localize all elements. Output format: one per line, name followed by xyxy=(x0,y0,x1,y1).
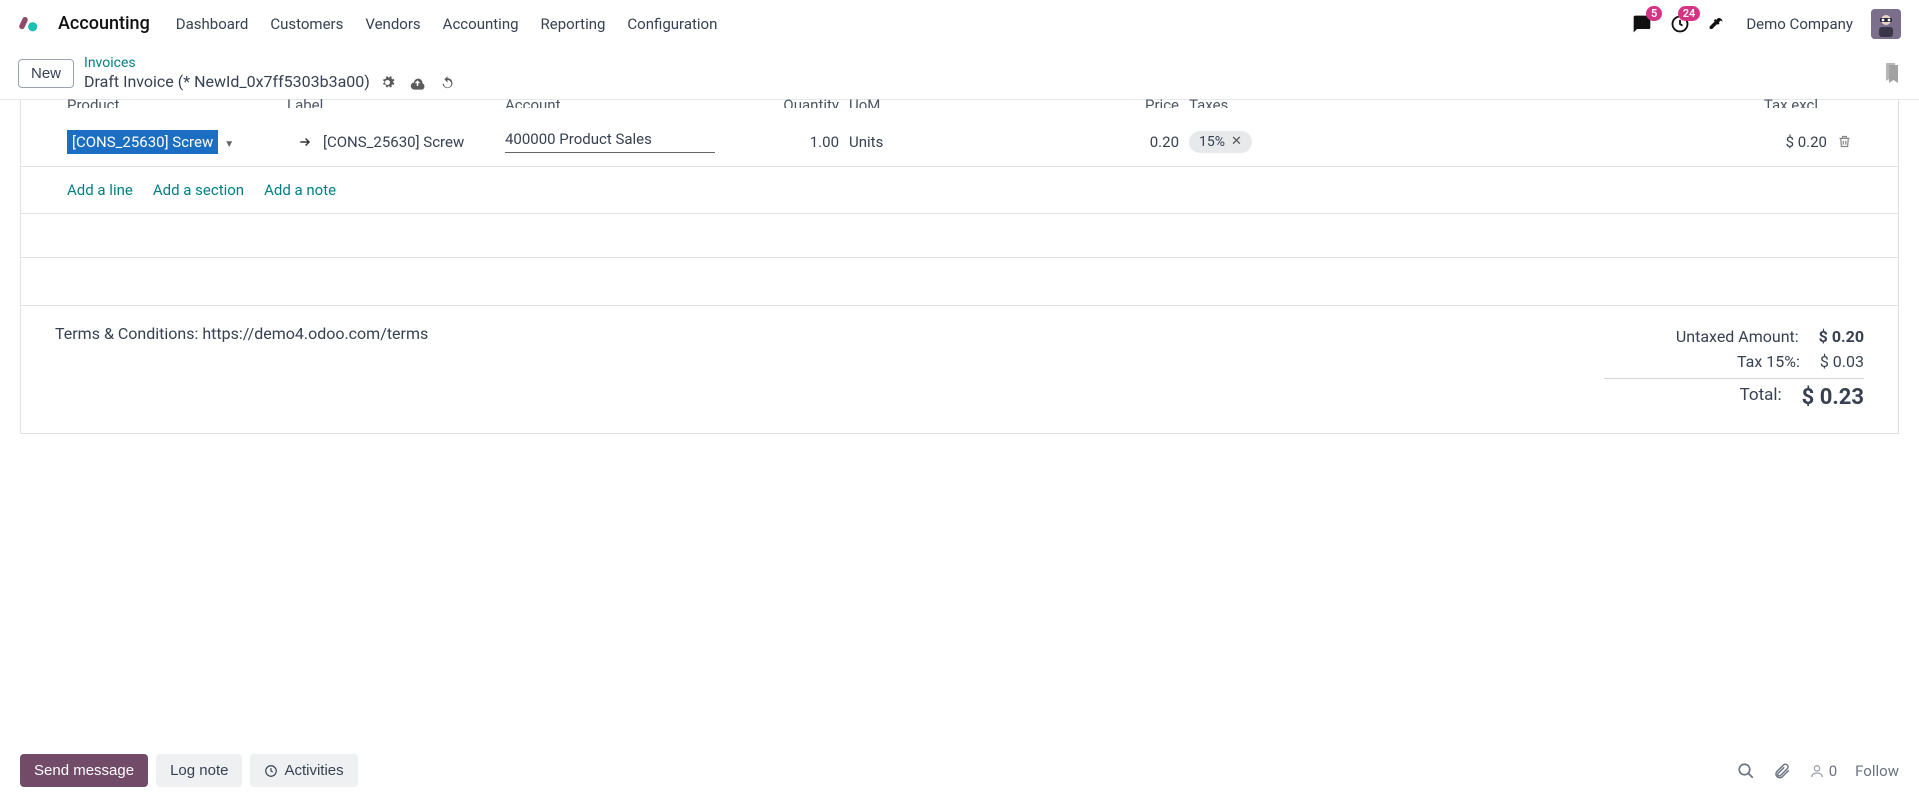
chatter-bar: Send message Log note Activities 0 Follo… xyxy=(0,735,1919,805)
navbar: Accounting Dashboard Customers Vendors A… xyxy=(0,0,1919,48)
terms-totals-row: Terms & Conditions: https://demo4.odoo.c… xyxy=(21,306,1898,433)
th-quantity: Quantity xyxy=(761,96,839,108)
label-text: [CONS_25630] Screw xyxy=(323,133,464,151)
main-content: Product Label Account Quantity UoM Price… xyxy=(0,100,1919,434)
chatter-right: 0 Follow xyxy=(1737,762,1899,780)
add-section-link[interactable]: Add a section xyxy=(153,181,244,199)
spacer-2 xyxy=(21,258,1898,306)
tax-tag-label: 15% xyxy=(1199,134,1225,150)
gear-icon[interactable] xyxy=(380,75,395,90)
attachment-icon[interactable] xyxy=(1773,762,1791,780)
th-uom: UoM xyxy=(839,96,939,108)
tax-value: $ 0.03 xyxy=(1820,352,1864,371)
nav-reporting[interactable]: Reporting xyxy=(541,15,606,33)
totals-block: Untaxed Amount: $ 0.20 Tax 15%: $ 0.03 T… xyxy=(1604,324,1864,413)
total-tax: Tax 15%: $ 0.03 xyxy=(1604,349,1864,374)
th-label: Label xyxy=(287,96,505,108)
activities-icon[interactable]: 24 xyxy=(1670,14,1690,34)
terms-text[interactable]: Terms & Conditions: https://demo4.odoo.c… xyxy=(55,324,428,413)
search-icon[interactable] xyxy=(1737,762,1755,780)
add-note-link[interactable]: Add a note xyxy=(264,181,336,199)
nav-menu: Dashboard Customers Vendors Accounting R… xyxy=(176,15,718,33)
th-tax-excl: Tax excl. xyxy=(1279,96,1822,108)
followers-icon[interactable]: 0 xyxy=(1809,762,1837,780)
nav-customers[interactable]: Customers xyxy=(270,15,343,33)
delete-line-icon[interactable] xyxy=(1837,133,1852,150)
cell-tax-excl: $ 0.20 xyxy=(1329,133,1827,151)
odoo-logo-icon xyxy=(18,13,40,35)
app-logo[interactable] xyxy=(18,13,40,35)
navbar-right: 5 24 Demo Company xyxy=(1632,9,1901,39)
th-price: Price xyxy=(939,96,1179,108)
caret-down-icon[interactable]: ▼ xyxy=(224,139,234,150)
nav-accounting[interactable]: Accounting xyxy=(443,15,519,33)
th-account: Account xyxy=(505,96,761,108)
breadcrumb-text: Invoices Draft Invoice (* NewId_0x7ff530… xyxy=(84,54,455,93)
company-switcher[interactable]: Demo Company xyxy=(1746,15,1853,33)
table-header-partial: Product Label Account Quantity UoM Price… xyxy=(21,96,1898,114)
log-note-button[interactable]: Log note xyxy=(156,754,242,787)
breadcrumb-row: New Invoices Draft Invoice (* NewId_0x7f… xyxy=(0,48,1919,100)
account-input[interactable]: 400000 Product Sales xyxy=(505,130,715,153)
navbar-left: Accounting Dashboard Customers Vendors A… xyxy=(18,13,717,35)
th-taxes: Taxes xyxy=(1179,96,1279,108)
invoice-lines-table: Product Label Account Quantity UoM Price… xyxy=(20,100,1899,434)
breadcrumb-parent[interactable]: Invoices xyxy=(84,54,455,72)
new-button[interactable]: New xyxy=(18,59,74,88)
arrow-right-icon[interactable] xyxy=(297,135,313,149)
total-grand: Total: $ 0.23 xyxy=(1604,378,1864,413)
breadcrumb-current-text: Draft Invoice (* NewId_0x7ff5303b3a00) xyxy=(84,72,370,93)
add-line-link[interactable]: Add a line xyxy=(67,181,133,199)
activities-label: Activities xyxy=(284,762,343,779)
spacer-1 xyxy=(21,214,1898,258)
tax-tag[interactable]: 15% ✕ xyxy=(1189,131,1252,153)
invoice-line-row[interactable]: [CONS_25630] Screw ▼ [CONS_25630] Screw 4… xyxy=(21,118,1898,167)
th-product: Product xyxy=(67,96,287,108)
total-untaxed: Untaxed Amount: $ 0.20 xyxy=(1604,324,1864,349)
bookmark-icon[interactable] xyxy=(1883,62,1901,84)
untaxed-label: Untaxed Amount: xyxy=(1604,327,1799,346)
cell-product[interactable]: [CONS_25630] Screw ▼ xyxy=(67,130,287,154)
add-actions-row: Add a line Add a section Add a note xyxy=(21,167,1898,214)
clock-icon xyxy=(264,764,278,778)
cell-account[interactable]: 400000 Product Sales xyxy=(505,130,761,153)
activities-badge: 24 xyxy=(1678,6,1701,21)
tax-remove-icon[interactable]: ✕ xyxy=(1231,134,1242,149)
cell-label[interactable]: [CONS_25630] Screw xyxy=(287,133,505,151)
undo-icon[interactable] xyxy=(440,75,455,90)
cell-quantity[interactable]: 1.00 xyxy=(761,133,839,151)
follower-count: 0 xyxy=(1829,762,1837,780)
cell-price[interactable]: 0.20 xyxy=(939,133,1179,151)
untaxed-value: $ 0.20 xyxy=(1819,327,1864,346)
cell-uom[interactable]: Units xyxy=(839,133,939,151)
nav-dashboard[interactable]: Dashboard xyxy=(176,15,249,33)
messages-badge: 5 xyxy=(1646,6,1662,21)
nav-vendors[interactable]: Vendors xyxy=(365,15,420,33)
total-value: $ 0.23 xyxy=(1802,385,1864,410)
total-label: Total: xyxy=(1604,385,1782,410)
nav-configuration[interactable]: Configuration xyxy=(627,15,717,33)
app-name[interactable]: Accounting xyxy=(58,13,150,34)
follow-button[interactable]: Follow xyxy=(1855,762,1899,780)
breadcrumb-current: Draft Invoice (* NewId_0x7ff5303b3a00) xyxy=(84,72,455,93)
tools-icon[interactable] xyxy=(1708,14,1728,34)
tax-label: Tax 15%: xyxy=(1604,352,1800,371)
cell-taxes[interactable]: 15% ✕ xyxy=(1179,131,1329,153)
messages-icon[interactable]: 5 xyxy=(1632,14,1652,34)
cloud-upload-icon[interactable] xyxy=(409,75,426,90)
send-message-button[interactable]: Send message xyxy=(20,754,148,787)
activities-button[interactable]: Activities xyxy=(250,754,357,787)
user-avatar[interactable] xyxy=(1871,9,1901,39)
product-selected[interactable]: [CONS_25630] Screw xyxy=(67,130,218,154)
